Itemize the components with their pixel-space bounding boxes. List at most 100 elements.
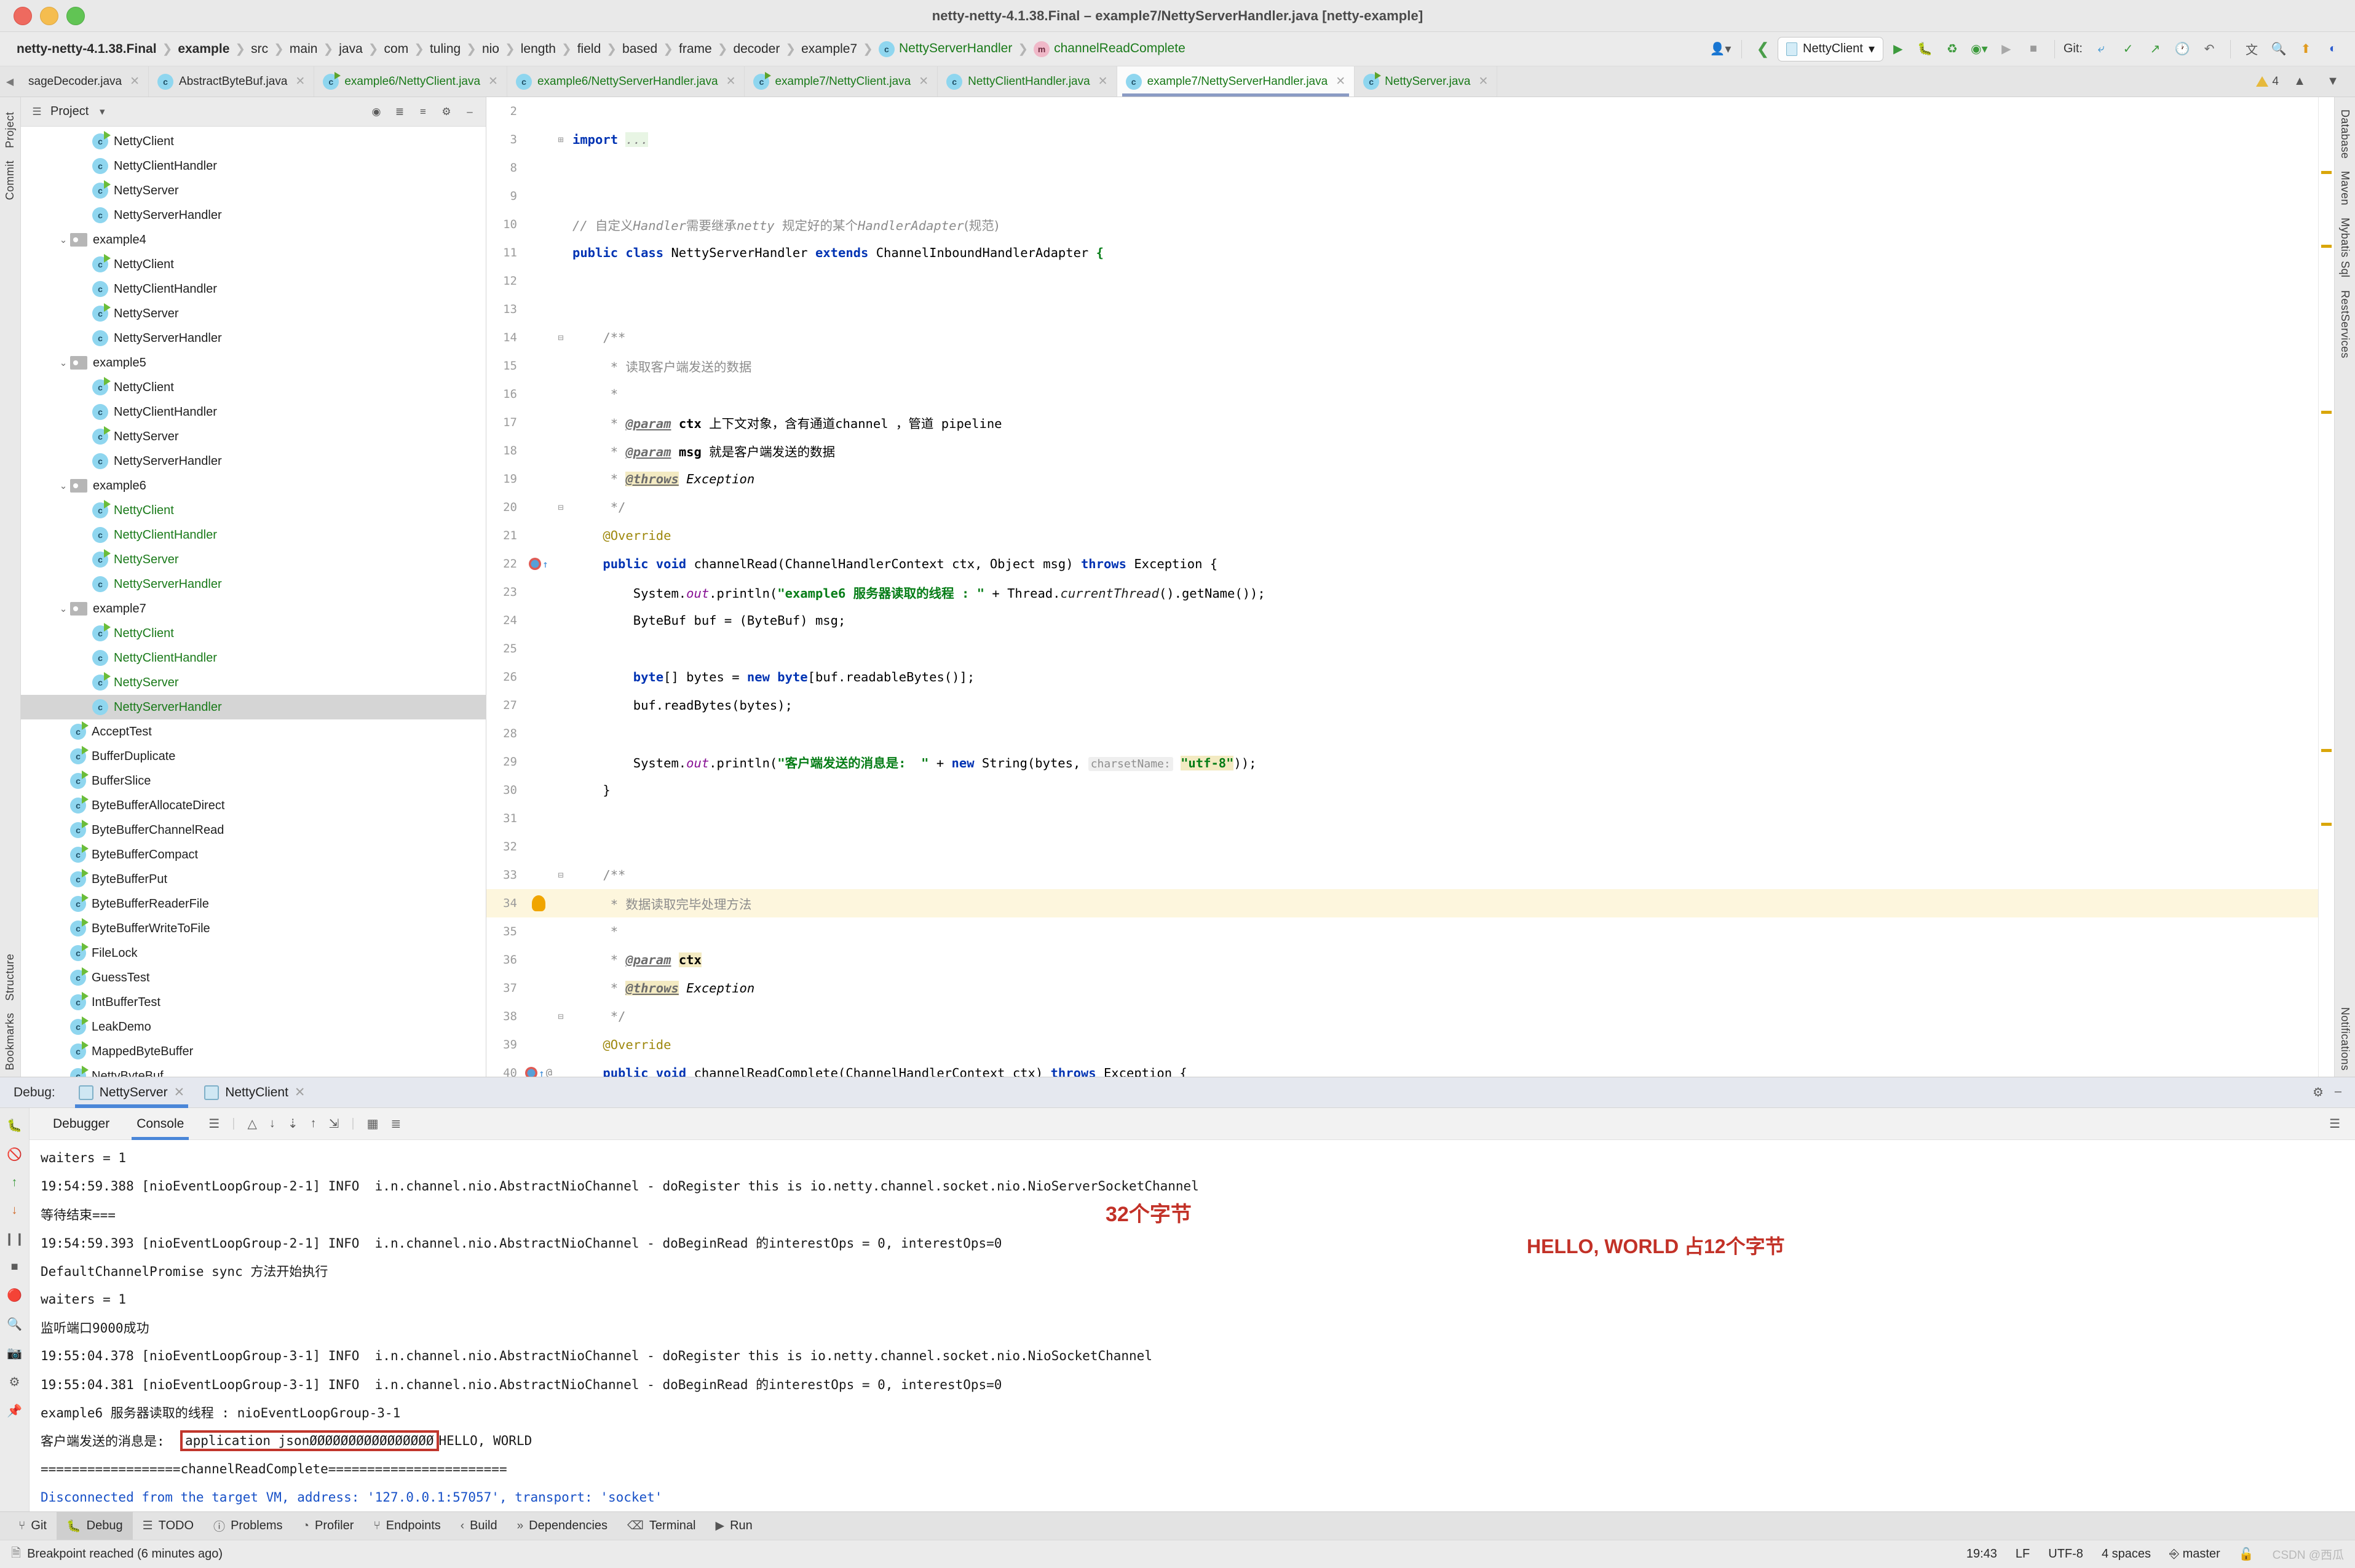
tree-node[interactable]: c NettyClientHandler — [21, 400, 486, 424]
run-icon[interactable]: ▶ — [1886, 37, 1910, 61]
fold-handle[interactable]: ⊞ — [553, 134, 569, 145]
editor-tab[interactable]: sageDecoder.java ✕ — [20, 66, 149, 97]
debug-session-tab-nettyserver[interactable]: NettyServer ✕ — [69, 1077, 194, 1108]
code-line[interactable]: 19 * @throws Exception — [486, 465, 2318, 493]
code-line[interactable]: 15 * 读取客户端发送的数据 — [486, 352, 2318, 380]
code-line[interactable]: 30 } — [486, 776, 2318, 804]
editor-marker-strip[interactable] — [2318, 97, 2334, 1077]
close-icon[interactable]: ✕ — [919, 74, 928, 89]
code-line[interactable]: 37 * @throws Exception — [486, 974, 2318, 1002]
tree-node[interactable]: c FileLock — [21, 941, 486, 965]
fold-handle[interactable]: ⊟ — [553, 869, 569, 881]
code-line[interactable]: 23 System.out.println("example6 服务器读取的线程… — [486, 578, 2318, 606]
rail-item-maven[interactable]: Maven — [2338, 165, 2351, 212]
breadcrumb-item[interactable]: length — [515, 42, 561, 57]
tree-node[interactable]: c NettyServer — [21, 424, 486, 449]
code-line[interactable]: 2 — [486, 97, 2318, 125]
tree-node[interactable]: c ByteBufferCompact — [21, 842, 486, 867]
fold-handle[interactable]: ⊟ — [553, 1011, 569, 1022]
tree-node[interactable]: c ByteBufferChannelRead — [21, 818, 486, 842]
code-line[interactable]: 12 — [486, 267, 2318, 295]
commit-icon[interactable]: ✓ — [2116, 37, 2140, 61]
code-line[interactable]: 26 byte[] bytes = new byte[buf.readableB… — [486, 663, 2318, 691]
close-icon[interactable]: ✕ — [295, 74, 305, 89]
settings-gear-icon[interactable]: ⚙ — [439, 105, 454, 119]
code-line[interactable]: 36 * @param ctx — [486, 946, 2318, 974]
evaluate-icon[interactable]: 🔍 — [7, 1317, 22, 1332]
collapse-all-icon[interactable]: ≡ — [416, 105, 430, 119]
step-icon[interactable]: ▶ — [1994, 37, 2019, 61]
tree-node[interactable]: c BufferDuplicate — [21, 744, 486, 769]
tab-debugger[interactable]: Debugger — [39, 1108, 123, 1140]
search-everywhere-icon[interactable]: 🔍 — [2266, 37, 2291, 61]
breadcrumb-item[interactable]: main — [284, 42, 323, 57]
editor-tab[interactable]: c example6/NettyClient.java ✕ — [314, 66, 507, 97]
history-icon[interactable]: 🕐 — [2170, 37, 2195, 61]
camera-icon[interactable]: 📷 — [7, 1345, 22, 1361]
tree-node[interactable]: c NettyClientHandler — [21, 523, 486, 547]
tree-node[interactable]: c ByteBufferWriteToFile — [21, 916, 486, 941]
chevron-down-icon[interactable]: ▾ — [95, 105, 109, 119]
gutter-marker[interactable] — [524, 895, 553, 911]
editor-tab[interactable]: c example6/NettyServerHandler.java ✕ — [507, 66, 745, 97]
tool-window-button-endpoints[interactable]: ⑂ Endpoints — [363, 1512, 450, 1540]
tree-node[interactable]: c AcceptTest — [21, 719, 486, 744]
down-output-icon[interactable]: ↓ — [269, 1117, 275, 1131]
tree-node[interactable]: c NettyClient — [21, 375, 486, 400]
breadcrumb-item[interactable]: java — [333, 42, 368, 57]
close-icon[interactable]: ✕ — [726, 74, 736, 89]
code-line[interactable]: 16 * — [486, 380, 2318, 408]
code-line[interactable]: 20 ⊟ */ — [486, 493, 2318, 521]
tool-window-button-todo[interactable]: ☰ TODO — [133, 1512, 204, 1540]
rail-item-structure[interactable]: Structure — [4, 948, 17, 1007]
chevron-down-icon[interactable]: ⌄ — [57, 357, 70, 368]
breadcrumb-item[interactable]: frame — [673, 42, 718, 57]
scroll-down-icon[interactable]: ▼ — [2321, 69, 2345, 94]
code-line[interactable]: 22 ↑ public void channelRead(ChannelHandl… — [486, 550, 2318, 578]
tree-node[interactable]: c NettyServerHandler — [21, 203, 486, 228]
console-output[interactable]: waiters = 1 19:54:59.388 [nioEventLoopGro… — [30, 1140, 2355, 1511]
rollback-icon[interactable]: ↶ — [2197, 37, 2222, 61]
fold-handle[interactable]: ⊟ — [553, 502, 569, 513]
rail-item-mybatis-sql[interactable]: Mybatis Sql — [2338, 212, 2351, 283]
locate-file-icon[interactable]: ◉ — [369, 105, 384, 119]
update-project-icon[interactable]: ⤶ — [2089, 37, 2113, 61]
tree-node[interactable]: c NettyServer — [21, 301, 486, 326]
tree-node[interactable]: c ByteBufferReaderFile — [21, 892, 486, 916]
tree-node[interactable]: c NettyClient — [21, 252, 486, 277]
tree-node[interactable]: c NettyClient — [21, 621, 486, 646]
code-line[interactable]: 35 * — [486, 917, 2318, 946]
updates-icon[interactable]: ⬆ — [2294, 37, 2318, 61]
user-settings-icon[interactable]: 👤▾ — [1708, 37, 1733, 61]
lock-icon[interactable]: 🔓 — [2239, 1546, 2254, 1562]
push-icon[interactable]: ↗ — [2143, 37, 2167, 61]
code-line[interactable]: 34 * 数据读取完毕处理方法 — [486, 889, 2318, 917]
rail-item-bookmarks[interactable]: Bookmarks — [4, 1007, 17, 1077]
close-icon[interactable]: ✕ — [1098, 74, 1108, 89]
tree-node[interactable]: c NettyClientHandler — [21, 277, 486, 301]
tree-node[interactable]: c NettyClientHandler — [21, 646, 486, 670]
ide-icon[interactable]: ◐ — [2321, 37, 2345, 61]
debug-icon[interactable]: 🐛 — [1913, 37, 1937, 61]
status-branch[interactable]: ⎆ master — [2169, 1547, 2220, 1561]
breadcrumb-item[interactable]: based — [617, 42, 663, 57]
close-icon[interactable]: ✕ — [488, 74, 498, 89]
gutter-marker[interactable]: ↑ — [524, 558, 553, 570]
mute-breakpoints-icon[interactable]: 🚫 — [7, 1147, 22, 1162]
status-line-separator[interactable]: LF — [2016, 1547, 2030, 1561]
rail-item-restservices[interactable]: RestServices — [2338, 284, 2351, 365]
editor-tab[interactable]: c NettyServer.java ✕ — [1355, 66, 1498, 97]
tree-node[interactable]: c NettyClient — [21, 129, 486, 154]
tree-node[interactable]: c GuessTest — [21, 965, 486, 990]
stop-icon[interactable]: ■ — [2021, 37, 2046, 61]
code-line[interactable]: 39 @Override — [486, 1031, 2318, 1059]
settings-gear-icon[interactable]: ⚙ — [9, 1374, 20, 1390]
override-arrow-icon[interactable]: ↑ — [539, 1067, 545, 1077]
breadcrumb-item[interactable]: m channelReadComplete — [1028, 41, 1191, 57]
code-line[interactable]: 28 — [486, 719, 2318, 748]
breadcrumb-item[interactable]: field — [572, 42, 607, 57]
tree-node[interactable]: c NettyServer — [21, 670, 486, 695]
tree-node[interactable]: c NettyServerHandler — [21, 449, 486, 473]
step-over-icon[interactable]: ↓ — [12, 1203, 18, 1218]
code-line[interactable]: 24 ByteBuf buf = (ByteBuf) msg; — [486, 606, 2318, 635]
